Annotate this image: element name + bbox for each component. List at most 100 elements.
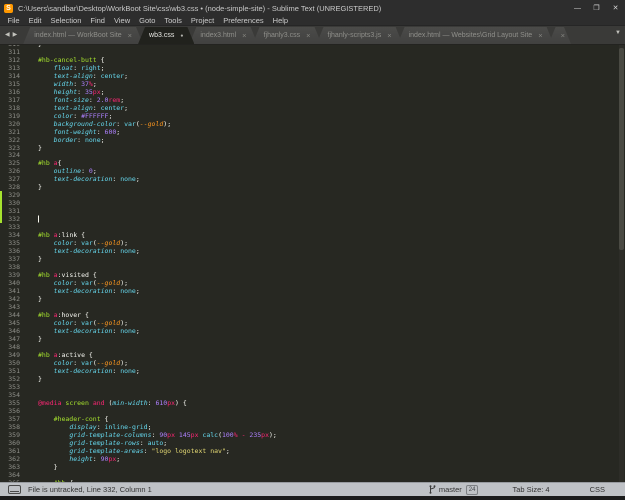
tab-nav-right-icon[interactable]: ▶ xyxy=(13,32,18,38)
syntax-indicator[interactable]: CSS xyxy=(590,485,605,494)
code-line[interactable]: 336 text-decoration: none; xyxy=(0,247,625,255)
git-branch-indicator[interactable]: master 24 xyxy=(429,484,479,495)
tab-close-icon[interactable]: × xyxy=(306,31,310,40)
tab-close-icon[interactable]: × xyxy=(538,31,542,40)
code-line[interactable]: 361 grid-template-areas: "logo logotext … xyxy=(0,447,625,455)
minimize-icon[interactable]: — xyxy=(568,0,587,16)
menu-selection[interactable]: Selection xyxy=(46,16,86,25)
code-line[interactable]: 364 xyxy=(0,471,625,479)
code-token: float xyxy=(53,63,74,72)
code-line[interactable]: 351 text-decoration: none; xyxy=(0,367,625,375)
tab-close-icon[interactable]: × xyxy=(387,31,391,40)
tab-index3-html[interactable]: index3.html × xyxy=(189,27,257,44)
tab-wb3-css[interactable]: wb3.css ● xyxy=(138,27,194,44)
code-line[interactable]: 330 xyxy=(0,199,625,207)
code-line[interactable]: 323} xyxy=(0,144,625,152)
menu-help[interactable]: Help xyxy=(268,16,292,25)
code-line[interactable]: 341 text-decoration: none; xyxy=(0,287,625,295)
code-line[interactable]: 355 @media screen and (min-width: 610px) … xyxy=(0,399,625,407)
line-number: 338 xyxy=(8,263,20,272)
code-line[interactable]: 337} xyxy=(0,255,625,263)
code-line[interactable]: 346 text-decoration: none; xyxy=(0,327,625,335)
tab-overflow-icon[interactable]: ▼ xyxy=(615,30,621,36)
tab-close-icon[interactable]: × xyxy=(561,31,565,40)
code-line[interactable]: 327 text-decoration: none; xyxy=(0,175,625,183)
menu-project[interactable]: Project xyxy=(186,16,218,25)
code-line[interactable]: 322 border: none; xyxy=(0,136,625,144)
code-line[interactable]: 358 display: inline-grid; xyxy=(0,423,625,431)
code-line[interactable]: 333 xyxy=(0,223,625,231)
menu-preferences[interactable]: Preferences xyxy=(219,16,268,25)
menu-view[interactable]: View xyxy=(109,16,134,25)
code-line[interactable]: 360 grid-template-rows: auto; xyxy=(0,439,625,447)
code-line[interactable]: 324 xyxy=(0,151,625,159)
code-line[interactable]: 352} xyxy=(0,375,625,383)
tab-nav-left-icon[interactable]: ◀ xyxy=(5,32,10,38)
menu-tools[interactable]: Tools xyxy=(160,16,187,25)
code-line[interactable]: 335 color: var(--gold); xyxy=(0,239,625,247)
code-line[interactable]: 343 xyxy=(0,303,625,311)
code-line[interactable]: 316 height: 35px; xyxy=(0,88,625,96)
code-line[interactable]: 331 xyxy=(0,207,625,215)
code-line[interactable]: 354 xyxy=(0,391,625,399)
menu-file[interactable]: File xyxy=(3,16,24,25)
code-line[interactable]: 315 width: 37%; xyxy=(0,80,625,88)
tab-index-html-workboot-site[interactable]: index.html — WorkBoot Site × xyxy=(23,27,143,44)
tab-fjhanly3-css[interactable]: fjhanly3.css × xyxy=(253,27,322,44)
line-number: 312 xyxy=(8,55,20,64)
code-line[interactable]: 344 #hb a:hover { xyxy=(0,311,625,319)
code-line[interactable]: 319 color: #FFFFFF; xyxy=(0,112,625,120)
code-line[interactable]: 362 height: 90px; xyxy=(0,455,625,463)
code-line[interactable]: 311 xyxy=(0,48,625,56)
code-line[interactable]: 357 #header-cont { xyxy=(0,415,625,423)
close-icon[interactable]: ✕ xyxy=(606,0,625,16)
code-line[interactable]: 312 #hb-cancel-butt { xyxy=(0,56,625,64)
tab-index-html-websites-grid-layout-site[interactable]: index.html — Websites\Grid Layout Site × xyxy=(398,27,554,44)
tab-partial[interactable]: × xyxy=(549,27,571,44)
tab-close-icon[interactable]: × xyxy=(242,31,246,40)
code-line[interactable]: 345 color: var(--gold); xyxy=(0,319,625,327)
scrollbar-track[interactable] xyxy=(619,45,624,482)
code-line[interactable]: 334 #hb a:link { xyxy=(0,231,625,239)
code-line[interactable]: 313 float: right; xyxy=(0,64,625,72)
panel-toggle-icon[interactable] xyxy=(8,485,21,494)
code-editor[interactable]: 310}311312#hb-cancel-butt {313 float: ri… xyxy=(0,45,625,482)
code-line[interactable]: 340 color: var(--gold); xyxy=(0,279,625,287)
code-line[interactable]: 347} xyxy=(0,335,625,343)
menu-edit[interactable]: Edit xyxy=(24,16,46,25)
code-line[interactable]: 339 #hb a:visited { xyxy=(0,271,625,279)
code-line[interactable]: 332 xyxy=(0,215,625,223)
code-line[interactable]: 359 grid-template-columns: 90px 145px ca… xyxy=(0,431,625,439)
menu-find[interactable]: Find xyxy=(86,16,110,25)
code-line[interactable]: 328} xyxy=(0,183,625,191)
code-line[interactable]: 314 text-align: center; xyxy=(0,72,625,80)
scrollbar-thumb[interactable] xyxy=(619,48,624,250)
code-line[interactable]: 348 xyxy=(0,343,625,351)
code-token: { xyxy=(85,351,93,360)
code-line[interactable]: 338 xyxy=(0,263,625,271)
code-line[interactable]: 318 text-align: center; xyxy=(0,104,625,112)
code-line[interactable]: 342} xyxy=(0,295,625,303)
code-line[interactable]: 329 xyxy=(0,191,625,199)
code-line[interactable]: 350 color: var(--gold); xyxy=(0,359,625,367)
code-line[interactable]: 326 outline: 0; xyxy=(0,167,625,175)
code-line[interactable]: 356 xyxy=(0,407,625,415)
code-line[interactable]: 349 #hb a:active { xyxy=(0,351,625,359)
code-line[interactable]: 363 } xyxy=(0,463,625,471)
code-line[interactable]: 317 font-size: 2.0rem; xyxy=(0,96,625,104)
tab-fjhanly-scripts3-js[interactable]: fjhanly-scripts3.js × xyxy=(317,27,403,44)
code-line[interactable]: 353 xyxy=(0,383,625,391)
tab-close-icon[interactable]: × xyxy=(128,31,132,40)
code-token: ; xyxy=(163,438,168,447)
code-text: color: var(--gold); xyxy=(38,319,128,327)
code-line[interactable]: 325 #hb a{ xyxy=(0,159,625,167)
line-number: 327 xyxy=(8,175,20,184)
menu-goto[interactable]: Goto xyxy=(135,16,160,25)
code-line[interactable]: 320 background-color: var(--gold); xyxy=(0,120,625,128)
code-token: grid-template-areas xyxy=(69,446,144,455)
tab-size-indicator[interactable]: Tab Size: 4 xyxy=(512,485,549,494)
maximize-icon[interactable]: ❐ xyxy=(587,0,606,16)
code-line[interactable]: 321 font-weight: 600; xyxy=(0,128,625,136)
